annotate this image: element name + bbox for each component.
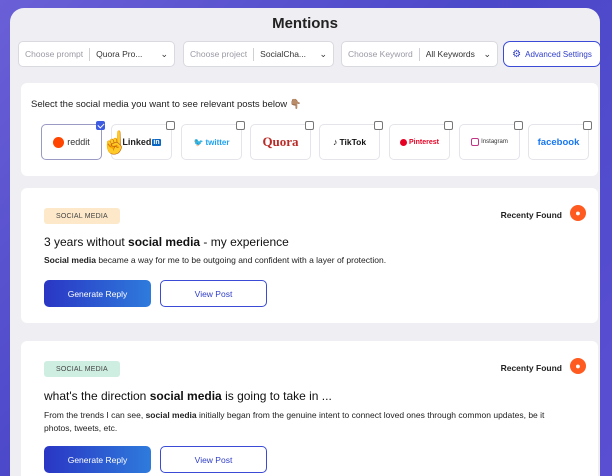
platform-instagram[interactable]: Instagram xyxy=(459,121,523,160)
post-body-keyword: social media xyxy=(145,410,197,420)
keyword-select[interactable]: Choose Keyword All Keywords ⌄ xyxy=(341,41,498,67)
view-post-button[interactable]: View Post xyxy=(160,280,267,307)
project-select[interactable]: Choose project SocialCha... ⌄ xyxy=(183,41,334,67)
platform-label: facebook xyxy=(537,136,580,148)
page-title: Mentions xyxy=(272,15,338,32)
view-post-button[interactable]: View Post xyxy=(160,446,267,473)
keyword-placeholder: Choose Keyword xyxy=(348,49,413,59)
prompt-value: Quora Pro... xyxy=(96,49,143,59)
chevron-down-icon: ⌄ xyxy=(160,48,168,59)
platform-quora[interactable]: Quora xyxy=(250,121,314,160)
linkedin-icon: in xyxy=(152,138,161,146)
platform-checkbox[interactable] xyxy=(236,121,245,130)
platform-label: twitter xyxy=(205,137,230,147)
hand-cursor-icon: ☝ xyxy=(101,130,129,155)
post-title-text: 3 years without xyxy=(44,235,129,249)
platform-label: Quora xyxy=(262,134,299,149)
keyword-value: All Keywords xyxy=(425,49,475,59)
reddit-icon: ● xyxy=(570,205,586,221)
platform-tiktok[interactable]: ♪ TikTok xyxy=(319,121,383,160)
advanced-settings-label: Advanced Settings xyxy=(525,49,592,59)
chevron-down-icon: ⌄ xyxy=(319,48,327,59)
project-placeholder: Choose project xyxy=(190,49,248,59)
post-card: SOCIAL MEDIA Recenty Found ● 3 years wit… xyxy=(21,188,598,323)
tag-badge: SOCIAL MEDIA xyxy=(44,361,120,377)
post-title-keyword: social media xyxy=(128,235,201,249)
app-window: Mentions Choose prompt Quora Pro... ⌄ Ch… xyxy=(10,8,600,476)
platform-pinterest[interactable]: Pinterest xyxy=(389,121,453,160)
platform-checkbox[interactable] xyxy=(583,121,592,130)
post-title-keyword: social media xyxy=(149,389,222,403)
post-title: 3 years without social media - my experi… xyxy=(44,235,289,249)
divider xyxy=(253,47,255,61)
platform-checkbox[interactable] xyxy=(374,121,383,130)
status-label: Recenty Found xyxy=(500,363,562,373)
reddit-icon: ● xyxy=(570,358,586,374)
twitter-icon: 🐦 xyxy=(193,137,204,147)
platform-label: Pinterest xyxy=(409,138,439,146)
social-media-panel: Select the social media you want to see … xyxy=(21,83,598,176)
platform-checkbox[interactable] xyxy=(444,121,453,130)
platform-label: reddit xyxy=(67,137,90,147)
filter-bar: Choose prompt Quora Pro... ⌄ Choose proj… xyxy=(18,41,600,67)
post-card: SOCIAL MEDIA Recenty Found ● what's the … xyxy=(21,341,598,476)
reddit-icon xyxy=(53,136,65,148)
social-prompt: Select the social media you want to see … xyxy=(31,99,302,110)
platform-checkbox[interactable] xyxy=(305,121,314,130)
platform-label: TikTok xyxy=(339,137,367,147)
generate-reply-button[interactable]: Generate Reply xyxy=(44,280,151,307)
prompt-select[interactable]: Choose prompt Quora Pro... ⌄ xyxy=(18,41,175,67)
status-label: Recenty Found xyxy=(500,210,562,220)
post-body: Social media became a way for me to be o… xyxy=(44,254,564,267)
platform-facebook[interactable]: facebook xyxy=(528,121,592,160)
post-body-text: became a way for me to be outgoing and c… xyxy=(95,255,387,265)
advanced-settings-button[interactable]: ⚙ Advanced Settings xyxy=(503,41,600,67)
platform-checkbox[interactable] xyxy=(166,121,175,130)
post-body-keyword: Social media xyxy=(44,255,96,265)
post-title-text: - my experience xyxy=(200,235,289,249)
post-body-text: From the trends I can see, xyxy=(44,410,146,420)
gear-icon: ⚙ xyxy=(512,48,522,60)
platform-label: Instagram xyxy=(481,139,508,145)
platform-reddit[interactable]: reddit xyxy=(41,121,105,160)
divider xyxy=(418,47,420,61)
prompt-placeholder: Choose prompt xyxy=(25,49,84,59)
platform-twitter[interactable]: 🐦 twitter xyxy=(181,121,245,160)
post-title-text: is going to take in ... xyxy=(221,389,332,403)
platform-checkbox[interactable] xyxy=(514,121,523,130)
project-value: SocialCha... xyxy=(260,49,307,59)
generate-reply-button[interactable]: Generate Reply xyxy=(44,446,151,473)
post-body: From the trends I can see, social media … xyxy=(44,409,564,435)
divider xyxy=(89,47,91,61)
chevron-down-icon: ⌄ xyxy=(483,48,491,59)
post-title-text: what's the direction xyxy=(44,389,150,403)
instagram-icon xyxy=(471,138,480,146)
platform-checkbox[interactable] xyxy=(96,121,105,130)
tiktok-icon: ♪ xyxy=(332,137,338,147)
tag-badge: SOCIAL MEDIA xyxy=(44,208,120,224)
pinterest-icon xyxy=(400,138,408,146)
post-title: what's the direction social media is goi… xyxy=(44,389,332,403)
